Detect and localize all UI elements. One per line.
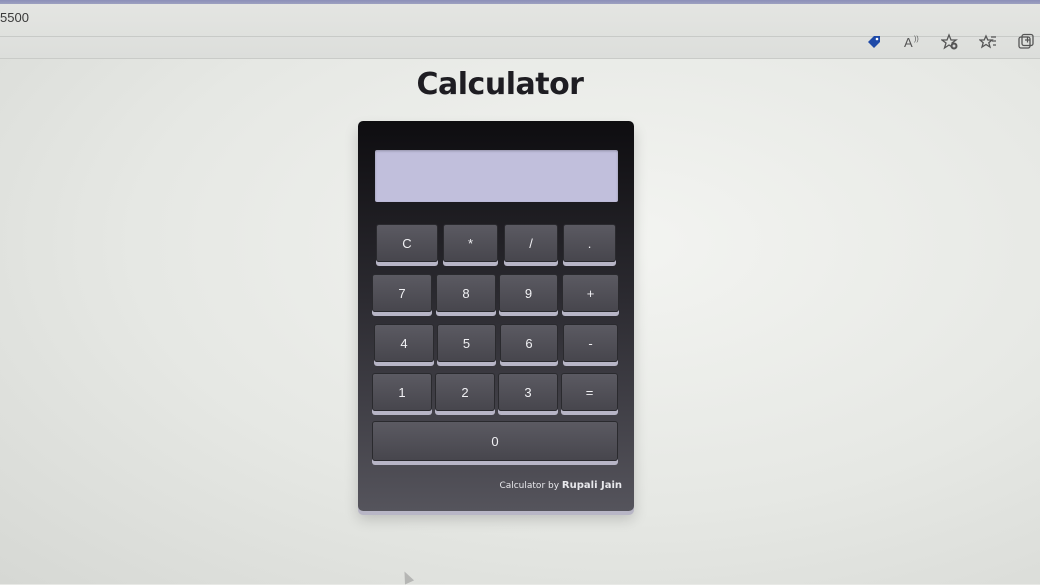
digit-2-button[interactable]: 2 xyxy=(435,373,495,411)
collections-icon[interactable] xyxy=(1016,32,1036,52)
digit-5-button[interactable]: 5 xyxy=(437,324,496,362)
digit-8-button[interactable]: 8 xyxy=(436,274,496,312)
favorites-icon[interactable] xyxy=(978,32,998,52)
credit-prefix: Calculator by xyxy=(499,481,560,491)
calculator-credit: Calculator by Rupali Jain xyxy=(499,480,622,491)
digit-0-button[interactable]: 0 xyxy=(372,421,618,461)
tag-icon[interactable] xyxy=(864,32,884,52)
digit-7-button[interactable]: 7 xyxy=(372,274,432,312)
page-content: Calculator C * / . 7 8 9 + 4 5 6 - 1 2 3… xyxy=(0,59,1040,584)
calculator-display[interactable] xyxy=(375,150,618,202)
calculator: C * / . 7 8 9 + 4 5 6 - 1 2 3 = 0 Calcul… xyxy=(358,121,634,511)
browser-toolbar: 5500 A)) xyxy=(0,4,1040,59)
plus-button[interactable]: + xyxy=(562,274,619,312)
credit-author: Rupali Jain xyxy=(561,480,622,491)
digit-1-button[interactable]: 1 xyxy=(372,373,432,411)
digit-3-button[interactable]: 3 xyxy=(498,373,558,411)
address-bar-text[interactable]: 5500 xyxy=(0,10,29,25)
minus-button[interactable]: - xyxy=(563,324,618,362)
divide-button[interactable]: / xyxy=(504,224,558,262)
digit-6-button[interactable]: 6 xyxy=(500,324,558,362)
digit-4-button[interactable]: 4 xyxy=(374,324,434,362)
digit-9-button[interactable]: 9 xyxy=(499,274,558,312)
read-aloud-icon[interactable]: A)) xyxy=(902,32,922,52)
svg-text:A: A xyxy=(904,35,913,50)
browser-toolbar-icons: A)) xyxy=(864,30,1036,54)
page-title: Calculator xyxy=(416,67,584,102)
multiply-button[interactable]: * xyxy=(443,224,498,262)
favorite-add-icon[interactable] xyxy=(940,32,960,52)
clear-button[interactable]: C xyxy=(376,224,438,262)
equals-button[interactable]: = xyxy=(561,373,618,411)
decimal-button[interactable]: . xyxy=(563,224,616,262)
svg-text:)): )) xyxy=(914,36,919,43)
